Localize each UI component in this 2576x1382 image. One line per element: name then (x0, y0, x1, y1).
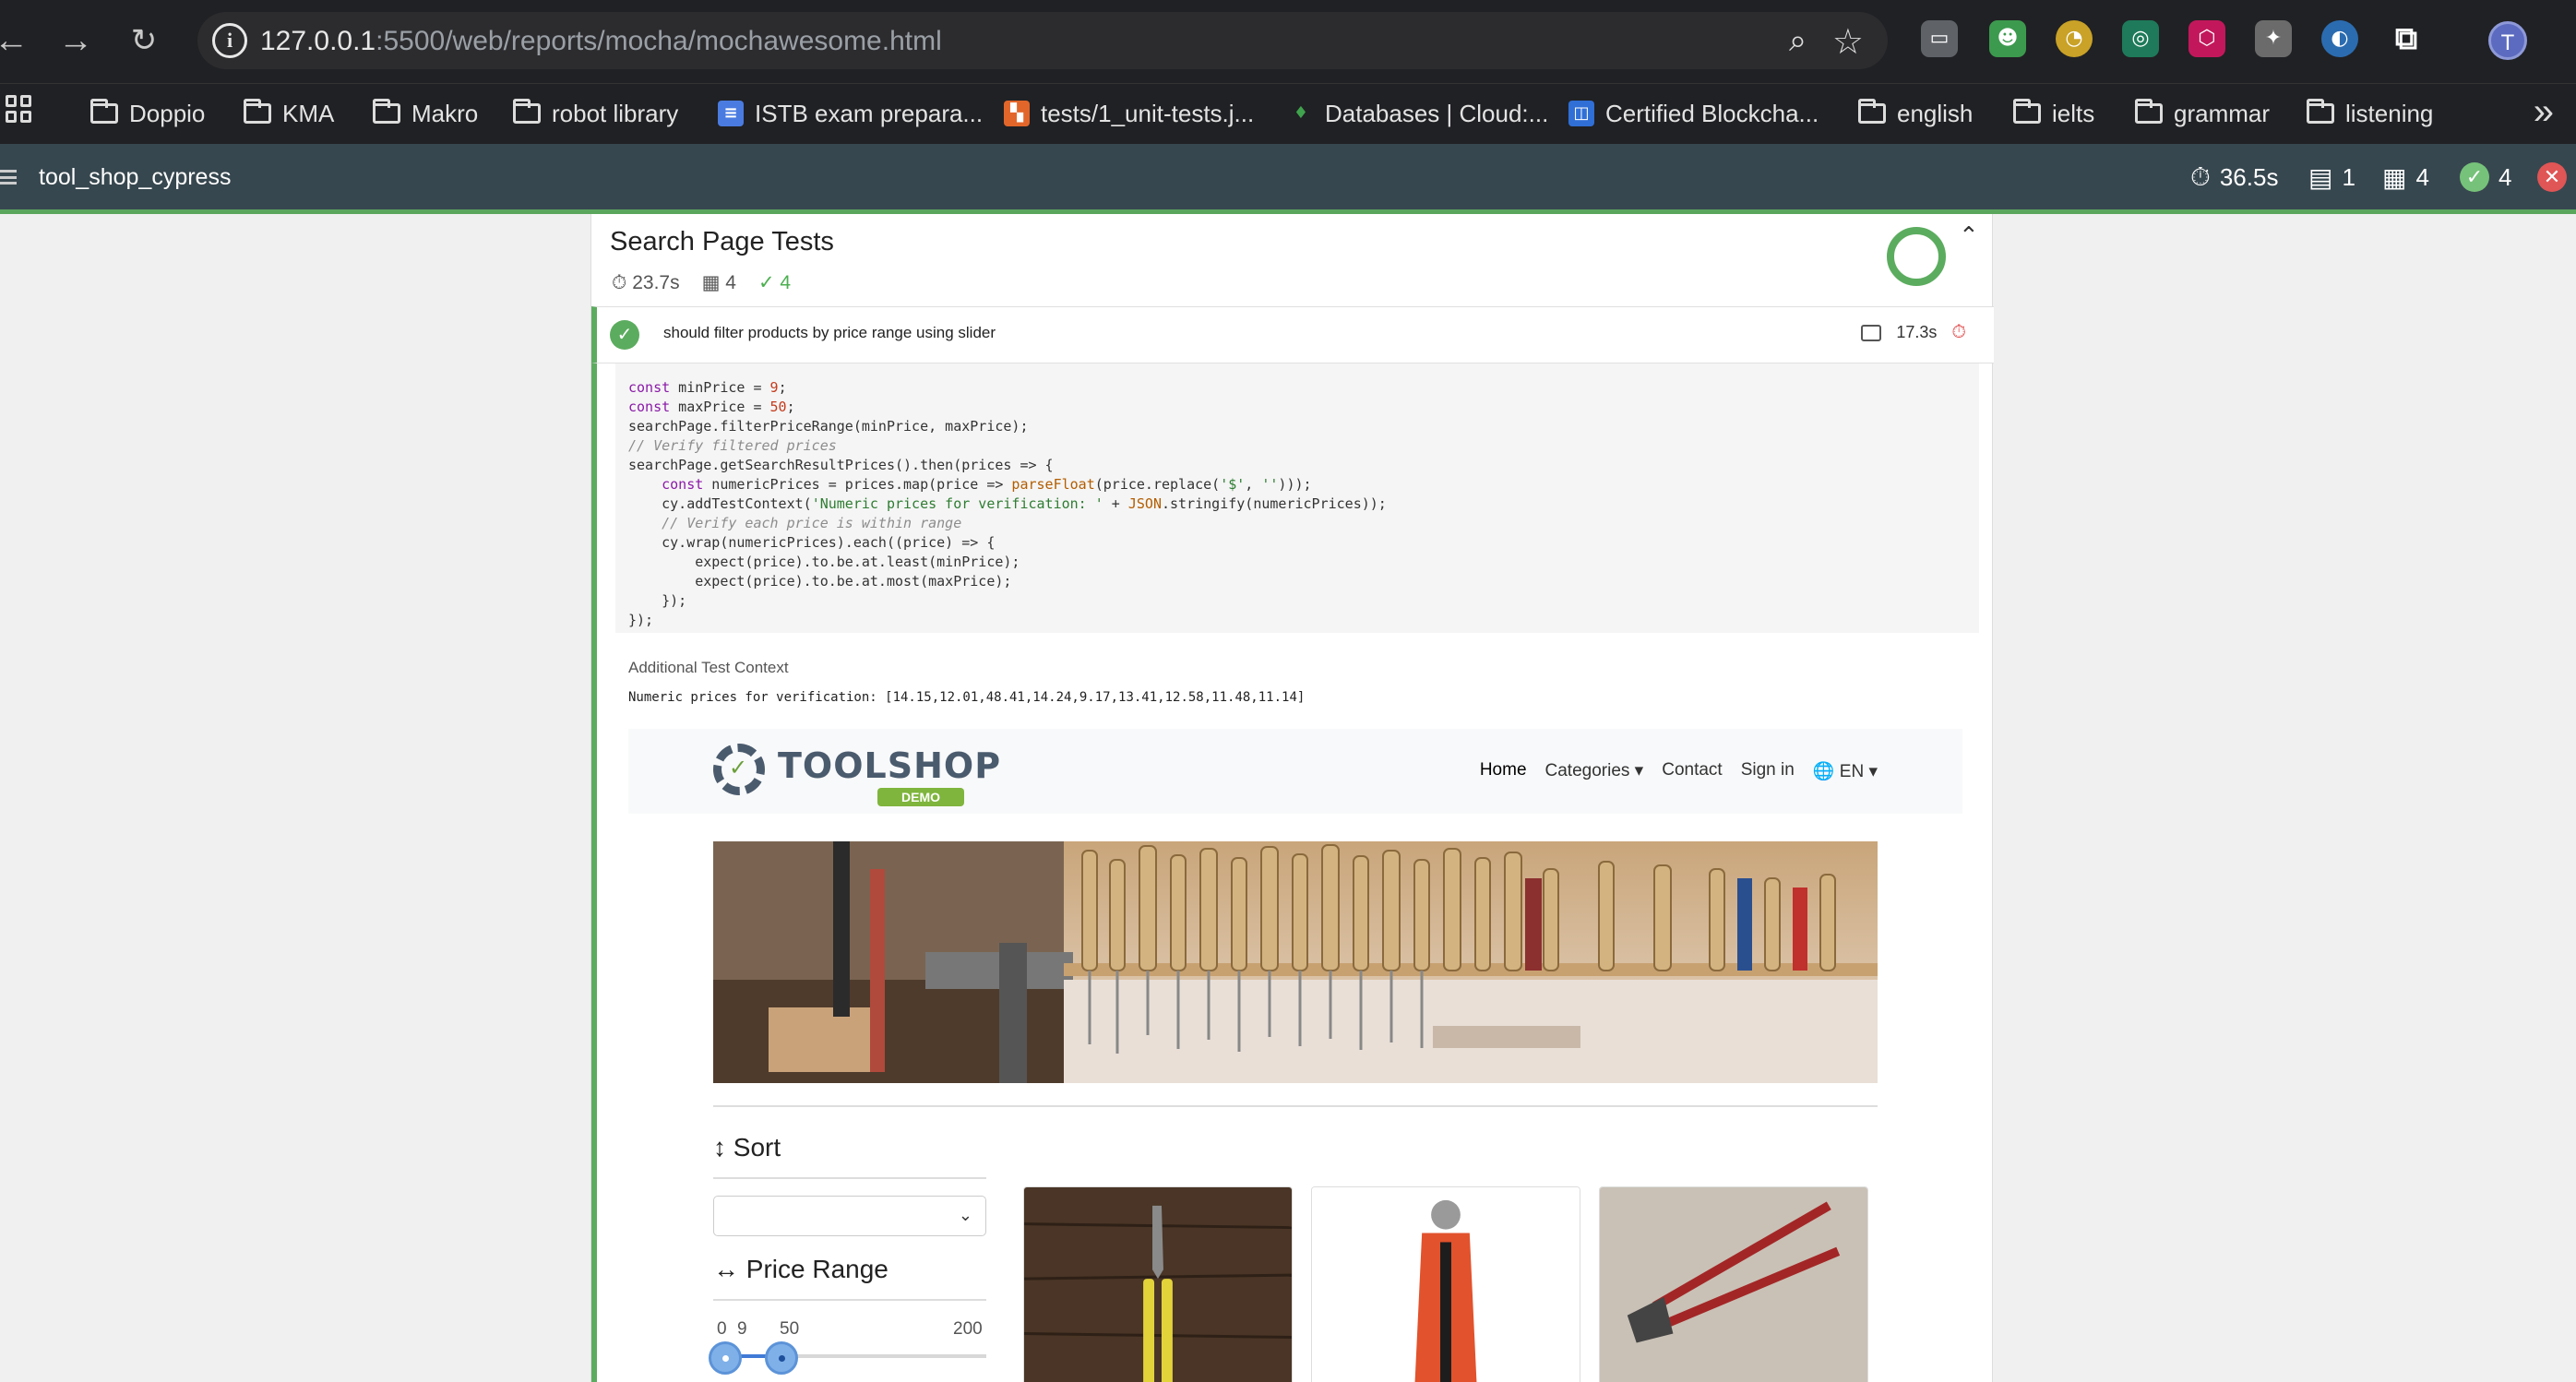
price-slider-min-handle (709, 1341, 743, 1375)
test-duration: 17.3s (1896, 323, 1938, 341)
report-header: tool_shop_cypress ⏱36.5s ▤1 ▦4 ✓4 ✕0 (0, 144, 2576, 214)
toolshop-navbar: TOOLSHOP DEMO Home Categories ▾ Contact … (628, 729, 1962, 814)
bookmark-kma[interactable]: KMA (244, 97, 334, 130)
colorful-extension-icon[interactable]: ◔ (2056, 20, 2093, 57)
bookmark-blockchain[interactable]: ◫ Certified Blockcha... (1568, 97, 1819, 130)
nav-language: 🌐 EN ▾ (1812, 762, 1878, 781)
context-value: Numeric prices for verification: [14.15,… (628, 690, 1306, 705)
toolshop-logo: TOOLSHOP DEMO (713, 740, 1000, 806)
bookmark-makro[interactable]: Makro (373, 97, 478, 130)
forward-icon[interactable]: → (57, 22, 94, 59)
chevron-down-icon: ⌄ (958, 1206, 972, 1224)
section-divider (713, 1105, 1878, 1107)
price-slider-max-handle (765, 1341, 798, 1375)
test-row[interactable]: ✓ should filter products by price range … (591, 306, 1994, 363)
site-info-icon[interactable]: i (212, 23, 247, 58)
address-bar[interactable]: i 127.0.0.1:5500/web/reports/mocha/mocha… (197, 12, 1888, 69)
mongodb-icon: ♦ (1293, 103, 1309, 123)
pass-check-icon: ✓ (2460, 162, 2489, 192)
suites-icon: ▤ (2308, 163, 2333, 192)
tests-icon: ▦ (2382, 163, 2407, 192)
folder-icon (513, 99, 541, 124)
nav-categories: Categories ▾ (1544, 761, 1644, 780)
test-code-block[interactable]: const minPrice = 9; const maxPrice = 50;… (615, 363, 1979, 633)
report-title: tool_shop_cypress (39, 164, 232, 190)
toolshop-nav-links: Home Categories ▾ Contact Sign in 🌐 EN ▾ (1480, 760, 1878, 782)
gear-check-icon (713, 744, 765, 795)
chat-extension-icon[interactable]: ▭ (1921, 20, 1958, 57)
apps-grid-icon[interactable] (6, 95, 33, 123)
folder-icon (2013, 99, 2041, 124)
extensions-puzzle-icon[interactable]: ⧉ (2388, 20, 2425, 57)
product-image-bolt-cutters (1599, 1186, 1868, 1382)
bookmark-databases[interactable]: ♦ Databases | Cloud:... (1288, 97, 1548, 130)
lens-extension-icon[interactable]: ◐ (2321, 20, 2358, 57)
reload-icon[interactable]: ↻ (125, 22, 162, 59)
nav-contact: Contact (1662, 760, 1723, 780)
test-body: const minPrice = 9; const maxPrice = 50;… (591, 363, 1994, 1382)
context-label: Additional Test Context (628, 659, 789, 676)
context-screenshot[interactable]: TOOLSHOP DEMO Home Categories ▾ Contact … (628, 729, 1962, 1382)
robot-extension-icon[interactable]: ☻ (1989, 20, 2026, 57)
sort-select: ⌄ (713, 1196, 986, 1236)
folder-icon (2307, 99, 2334, 124)
stopwatch-icon: ⏱ (2190, 162, 2211, 191)
folder-icon (90, 99, 118, 124)
demo-badge: DEMO (877, 788, 964, 806)
folder-icon (1858, 99, 1886, 124)
suite-title: Search Page Tests (610, 227, 834, 256)
stat-failures[interactable]: ✕0 (2537, 162, 2576, 192)
collapse-chevron-icon[interactable]: ⌃ (1959, 221, 1979, 250)
url-text[interactable]: 127.0.0.1:5500/web/reports/mocha/mochawe… (260, 26, 942, 57)
price-range-heading: ↔ Price Range (713, 1255, 888, 1283)
bookmark-english[interactable]: english (1858, 97, 1973, 130)
more-bookmarks-icon[interactable]: » (2534, 91, 2554, 133)
graphql-extension-icon[interactable]: ⬡ (2188, 20, 2225, 57)
gamepad-extension-icon[interactable]: ✦ (2255, 20, 2292, 57)
slow-timer-icon: ⏱ (1951, 322, 1966, 342)
bookmark-grammar[interactable]: grammar (2135, 97, 2270, 130)
bookmark-unit-tests[interactable]: ▚ tests/1_unit-tests.j... (1004, 97, 1254, 130)
back-icon[interactable]: ← (0, 22, 30, 59)
bookmark-robot-library[interactable]: robot library (513, 97, 678, 130)
bookmarks-bar: Doppio KMA Makro robot library ≡ ISTB exa… (0, 83, 2576, 144)
nav-sign-in: Sign in (1740, 760, 1795, 780)
bookmark-ielts[interactable]: ielts (2013, 97, 2094, 130)
suite-stats: ⏱ 23.7s ▦ 4 ✓ 4 (612, 271, 791, 294)
bookmark-istb[interactable]: ≡ ISTB exam prepara... (718, 97, 983, 130)
folder-icon (244, 99, 271, 124)
folder-icon (2135, 99, 2163, 124)
docs-icon: ≡ (718, 101, 744, 126)
sort-heading: ↕ Sort (713, 1133, 781, 1162)
fail-x-icon: ✕ (2537, 162, 2567, 192)
test-title[interactable]: should filter products by price range us… (663, 324, 996, 342)
product-image-pliers (1023, 1186, 1293, 1382)
cube-icon: ◫ (1568, 101, 1594, 126)
stat-tests[interactable]: ▦ 4 (2382, 162, 2429, 193)
bookmark-star-icon[interactable]: ☆ (1832, 21, 1864, 63)
suite-pass-count: ✓ 4 (757, 272, 792, 293)
stat-duration: ⏱ 36.5s (2190, 162, 2279, 191)
stat-passes[interactable]: ✓ 4 (2460, 162, 2511, 192)
product-image-combination-pliers (1311, 1186, 1580, 1382)
bookmark-listening[interactable]: listening (2307, 97, 2433, 130)
context-comment-icon (1861, 324, 1882, 341)
passed-check-icon: ✓ (610, 320, 639, 350)
test-meta: 17.3s ⏱ (1861, 322, 1966, 343)
tools-banner-image (713, 841, 1878, 1083)
folder-icon (373, 99, 400, 124)
bookmark-doppio[interactable]: Doppio (90, 97, 205, 130)
suite-card: Search Page Tests ⏱ 23.7s ▦ 4 ✓ 4 ⌃ ✓ sh… (590, 214, 1994, 1382)
green-extension-icon[interactable]: ◎ (2122, 20, 2159, 57)
suite-pass-ring (1887, 227, 1946, 286)
suite-duration: ⏱ 23.7s (612, 271, 680, 293)
menu-icon[interactable] (0, 170, 17, 185)
suite-test-count: ▦ 4 (701, 272, 736, 293)
stat-suites[interactable]: ▤ 1 (2308, 162, 2355, 193)
nav-home: Home (1479, 760, 1527, 780)
profile-avatar[interactable]: T (2488, 21, 2527, 60)
zoom-icon[interactable]: ⌕ (1789, 23, 1807, 59)
gitlab-icon: ▚ (1004, 101, 1030, 126)
browser-toolbar: ← → ↻ i 127.0.0.1:5500/web/reports/mocha… (0, 0, 2576, 83)
